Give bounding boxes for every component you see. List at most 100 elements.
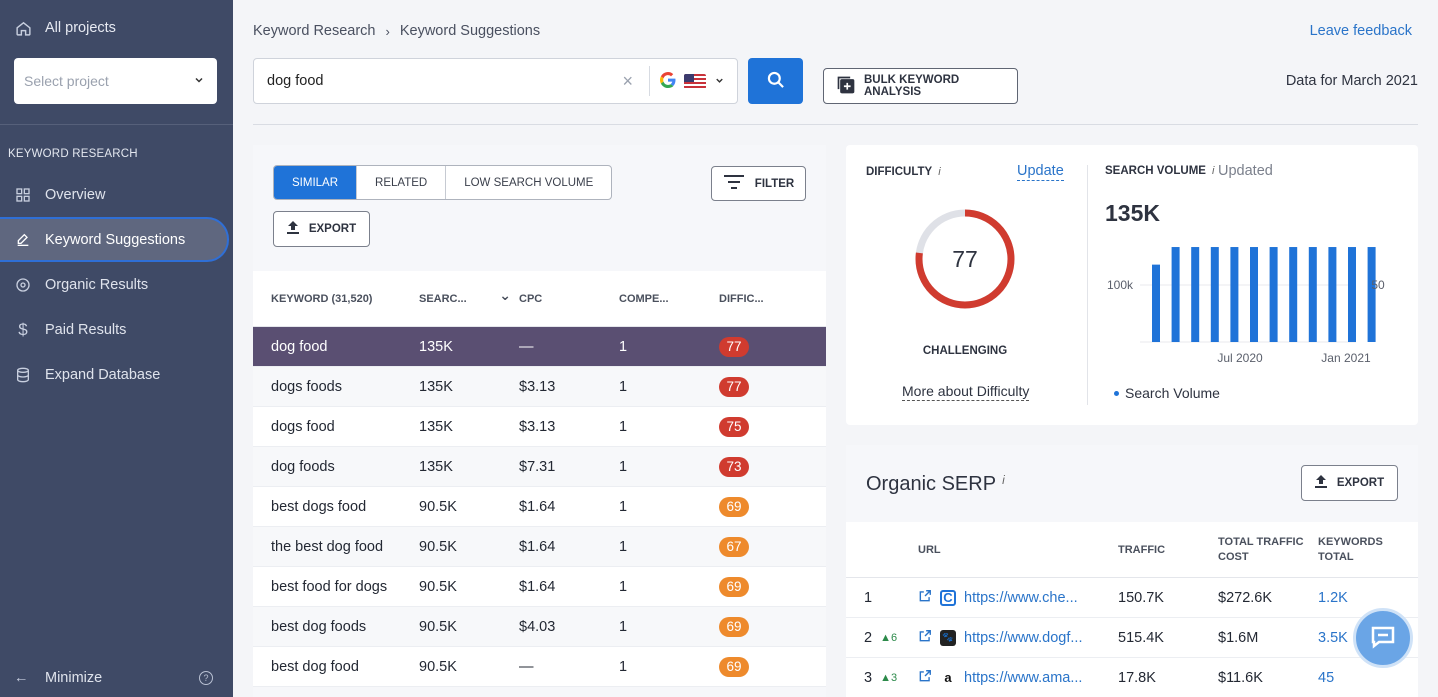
col-traffic[interactable]: TRAFFIC [1118,544,1218,556]
table-row[interactable]: best dog foods 90.5K $4.03 1 69 [253,607,826,647]
add-box-icon [836,75,856,98]
competition-cell: 1 [619,418,628,435]
sidebar-divider [0,124,233,125]
cpc-cell: $3.13 [519,378,556,395]
difficulty-title: DIFFICULTY i [866,166,941,178]
search-volume-chart: 100k 50 Jul 2020 Jan 2021 [1098,240,1418,375]
table-body: 1 C https://www.che... 150.7K $272.6K 1.… [846,578,1418,697]
difficulty-cell: 69 [719,576,819,597]
table-row[interactable]: dogs foods 135K $3.13 1 77 [253,367,826,407]
sidebar-item-overview[interactable]: Overview [0,172,233,217]
y-axis-left-label: 100k [1107,278,1134,292]
tab-low-search-volume[interactable]: LOW SEARCH VOLUME [446,166,611,199]
header-divider [253,124,1418,125]
keywords-total-link[interactable]: 45 [1318,670,1418,686]
all-projects-link[interactable]: All projects [0,0,233,56]
minimize-button[interactable]: ← Minimize ? [0,659,233,697]
info-icon[interactable]: i [1002,473,1005,487]
traffic-cell: 17.8K [1118,669,1156,686]
filter-button[interactable]: FILTER [711,166,806,201]
export-label: EXPORT [1336,477,1385,489]
search-volume-cell: 90.5K [419,658,457,675]
col-search-volume[interactable]: SEARC... [419,287,519,305]
table-row[interactable]: the best dog food 90.5K $1.64 1 67 [253,527,826,567]
breadcrumb-item-keyword-research[interactable]: Keyword Research [253,23,376,39]
difficulty-cell: 69 [719,616,819,637]
bulk-keyword-analysis-button[interactable]: BULK KEYWORD ANALYSIS [823,68,1018,104]
tab-similar[interactable]: SIMILAR [274,166,358,199]
search-volume-value: 135K [1105,200,1160,226]
url-link[interactable]: https://www.dogf... [964,630,1088,646]
sidebar-item-organic-results[interactable]: Organic Results [0,262,233,307]
search-button[interactable] [748,58,803,104]
upload-icon [1314,474,1327,492]
tab-related[interactable]: RELATED [357,166,447,199]
position-value: 3 [864,669,873,686]
info-icon[interactable]: i [938,166,940,178]
col-cpc[interactable]: CPC [519,293,619,305]
info-icon[interactable]: i [1212,165,1214,177]
sidebar: All projects Select project KEYWORD RESE… [0,0,233,697]
chart-bar [1250,247,1258,342]
export-label: EXPORT [308,223,357,235]
chat-button[interactable] [1353,608,1413,668]
sidebar-item-label: Paid Results [45,321,127,338]
sidebar-item-paid-results[interactable]: $ Paid Results [0,307,233,352]
keyword-cell: dog food [271,338,328,355]
grid-icon [14,186,32,204]
table-row[interactable]: dog foods 135K $7.31 1 73 [253,447,826,487]
url-link[interactable]: https://www.che... [964,590,1088,606]
col-total-traffic-cost[interactable]: TOTAL TRAFFIC COST [1218,535,1318,565]
keywords-export-button[interactable]: EXPORT [273,211,370,247]
update-difficulty-link[interactable]: Update [1017,163,1064,181]
col-competition[interactable]: COMPE... [619,293,719,305]
keyword-cell: dogs food [271,418,335,435]
clear-icon[interactable]: × [622,71,633,92]
database-icon [14,366,32,384]
position-delta: ▲6 [880,631,898,644]
table-row[interactable]: dog food 135K — 1 77 [253,327,826,367]
search-engine-selector[interactable] [649,66,737,96]
search-volume-cell: 90.5K [419,578,457,595]
chevron-down-icon [714,73,725,89]
table-row[interactable]: dogs food 135K $3.13 1 75 [253,407,826,447]
table-row: 2 ▲6 🐾 https://www.dogf... 515.4K $1.6M … [846,618,1418,658]
difficulty-cell: 69 [719,656,819,677]
breadcrumb: Keyword Research › Keyword Suggestions [253,23,540,39]
cpc-cell: $4.03 [519,618,556,635]
chart-bar [1210,247,1219,342]
table-row[interactable]: best dogs food 90.5K $1.64 1 69 [253,487,826,527]
table-row[interactable]: best dog food 90.5K — 1 69 [253,647,826,687]
external-link-icon[interactable] [918,669,932,687]
help-icon[interactable]: ? [199,671,213,685]
difficulty-badge: 69 [719,576,749,597]
sidebar-item-keyword-suggestions[interactable]: Keyword Suggestions [0,217,229,262]
serp-export-button[interactable]: EXPORT [1301,465,1398,501]
sidebar-item-expand-database[interactable]: Expand Database [0,352,233,397]
project-select[interactable]: Select project [14,58,217,104]
cpc-cell: $1.64 [519,578,556,595]
search-volume-cell: 90.5K [419,538,457,555]
external-link-icon[interactable] [918,629,932,647]
amazon-favicon: a [940,669,956,686]
search-volume-updated: Updated [1218,163,1273,179]
position-delta: ▲3 [880,671,898,684]
keyword-search-input[interactable]: dog food × [253,58,738,104]
col-keyword[interactable]: KEYWORD (31,520) [253,293,419,305]
competition-cell: 1 [619,338,628,355]
chart-bar [1328,247,1337,342]
col-difficulty[interactable]: DIFFIC... [719,293,819,305]
leave-feedback-link[interactable]: Leave feedback [1310,23,1412,39]
more-about-difficulty-link[interactable]: More about Difficulty [902,383,1030,401]
external-link-icon[interactable] [918,589,932,607]
search-input-value[interactable]: dog food [254,73,622,89]
all-projects-label: All projects [45,20,116,36]
table-row[interactable]: best food for dogs 90.5K $1.64 1 69 [253,567,826,607]
url-link[interactable]: https://www.ama... [964,670,1088,686]
keywords-total-link[interactable]: 1.2K [1318,590,1418,606]
keyword-cell: best dog foods [271,618,367,635]
col-url[interactable]: URL [918,544,1118,556]
chevron-down-icon [193,73,205,89]
col-keywords-total[interactable]: KEYWORDS TOTAL [1318,535,1398,565]
competition-cell: 1 [619,538,628,555]
